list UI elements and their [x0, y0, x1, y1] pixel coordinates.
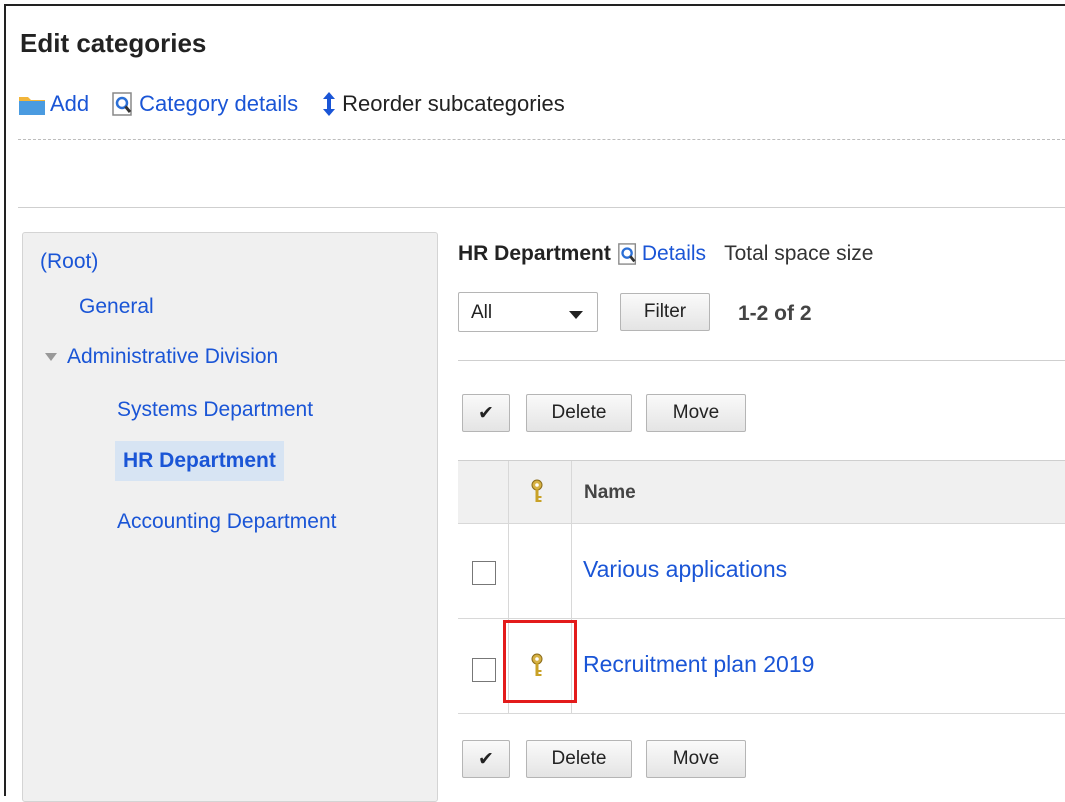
category-header: HR Department Details Total space size: [458, 242, 873, 266]
total-space-label: Total space size: [724, 242, 874, 265]
delete-button[interactable]: Delete: [526, 394, 632, 432]
tree-item-hr-department[interactable]: HR Department: [115, 441, 284, 481]
section-divider: [18, 207, 1065, 208]
category-tree: (Root) General Administrative Division S…: [22, 232, 438, 802]
tree-item-root[interactable]: (Root): [40, 250, 98, 274]
filter-select[interactable]: All: [458, 292, 598, 332]
document-magnifier-icon: [618, 243, 636, 265]
expand-triangle-icon[interactable]: [45, 353, 57, 362]
item-count: 1-2 of 2: [738, 302, 812, 325]
category-name: HR Department: [458, 242, 611, 265]
toolbar-divider: [18, 139, 1065, 140]
move-button[interactable]: Move: [646, 394, 746, 432]
main-panel: HR Department Details Total space size A…: [458, 232, 1065, 802]
up-down-arrow-icon: [320, 91, 338, 117]
table-header: [458, 461, 1065, 523]
add-label: Add: [50, 91, 90, 116]
chevron-down-icon: [569, 311, 583, 319]
tree-item-systems-department[interactable]: Systems Department: [117, 398, 313, 422]
category-details-button[interactable]: Category details: [111, 91, 298, 117]
document-magnifier-icon: [111, 91, 135, 117]
check-all-button[interactable]: ✔: [462, 394, 510, 432]
filter-select-value: All: [471, 302, 493, 323]
add-button[interactable]: Add: [18, 91, 89, 117]
highlight-box: [503, 620, 577, 703]
tree-item-label: Administrative Division: [67, 345, 279, 368]
row-checkbox[interactable]: [472, 658, 496, 682]
filter-button[interactable]: Filter: [620, 293, 710, 331]
delete-button-bottom[interactable]: Delete: [526, 740, 632, 778]
tree-item-general[interactable]: General: [79, 295, 154, 319]
tree-item-administrative-division[interactable]: Administrative Division: [45, 345, 278, 369]
item-table: Name Various applications Recruitment pl…: [458, 460, 1065, 714]
toolbar: Add Category details Reorder subcategori…: [18, 88, 587, 120]
move-button-bottom[interactable]: Move: [646, 740, 746, 778]
category-details-label: Category details: [139, 91, 299, 116]
row-checkbox[interactable]: [472, 561, 496, 585]
details-label: Details: [641, 242, 707, 265]
item-link[interactable]: Various applications: [583, 556, 787, 583]
check-all-button-bottom[interactable]: ✔: [462, 740, 510, 778]
details-link[interactable]: Details: [617, 242, 706, 266]
folder-icon: [18, 92, 46, 116]
tree-item-accounting-department[interactable]: Accounting Department: [117, 510, 336, 534]
reorder-subcategories-label: Reorder subcategories: [342, 91, 565, 116]
page-title: Edit categories: [20, 28, 207, 58]
key-icon: [529, 479, 545, 510]
item-link[interactable]: Recruitment plan 2019: [583, 651, 814, 678]
reorder-subcategories-button[interactable]: Reorder subcategories: [320, 91, 565, 117]
filter-divider: [458, 360, 1065, 361]
column-header-name[interactable]: Name: [584, 482, 636, 504]
